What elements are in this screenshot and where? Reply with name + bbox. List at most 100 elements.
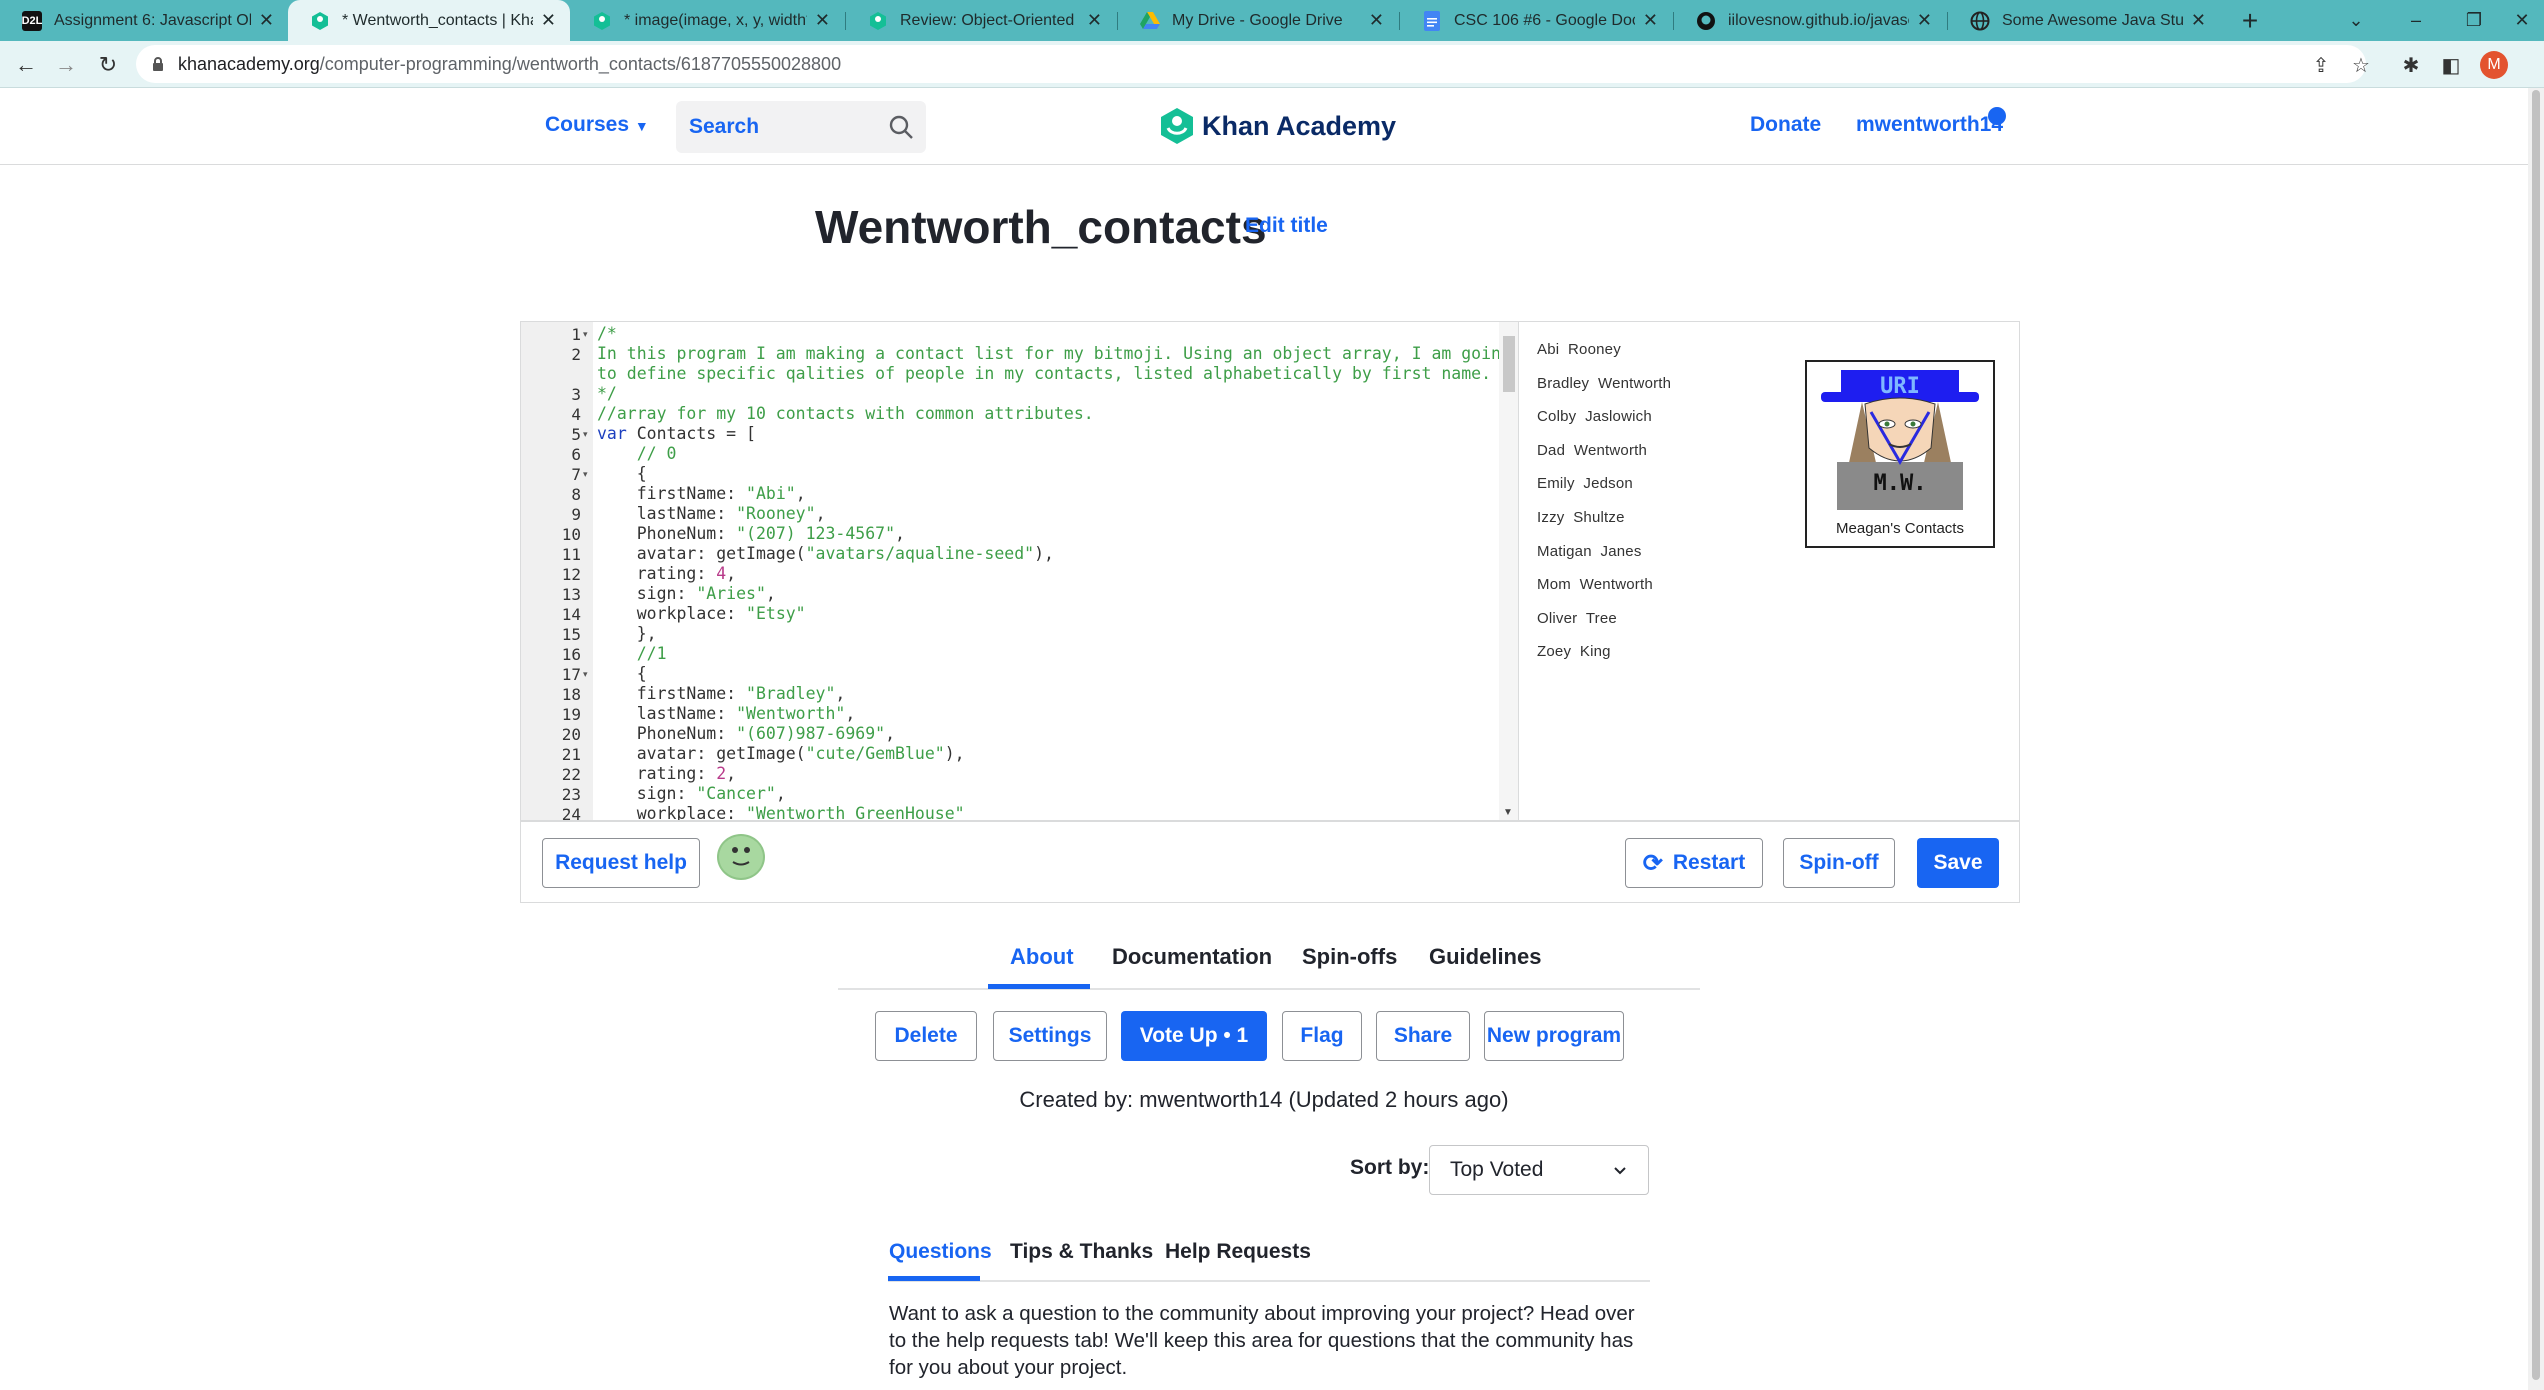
spin-off-button[interactable]: Spin-off xyxy=(1783,838,1895,888)
settings-button[interactable]: Settings xyxy=(993,1011,1107,1061)
restart-icon: ⟳ xyxy=(1642,849,1663,877)
notification-dot[interactable] xyxy=(1988,107,2006,125)
scroll-down-icon[interactable]: ▼ xyxy=(1503,807,1513,818)
tab-spin-offs[interactable]: Spin-offs xyxy=(1302,944,1397,970)
code-line: }, xyxy=(597,624,657,644)
code-token: // 0 xyxy=(636,444,677,463)
browser-tab[interactable]: * image(image, x, y, width*, h ✕ xyxy=(570,0,844,41)
code-line: avatar: getImage("avatars/aqualine-seed"… xyxy=(597,544,1054,564)
close-icon[interactable]: ✕ xyxy=(1917,10,1932,31)
restart-button[interactable]: ⟳ Restart xyxy=(1625,838,1763,888)
courses-menu[interactable]: Courses ▼ xyxy=(545,113,649,137)
search-input[interactable]: Search xyxy=(676,101,926,153)
editor-scrollbar[interactable]: ▼ xyxy=(1499,322,1518,820)
new-program-button[interactable]: New program xyxy=(1484,1011,1624,1061)
request-help-button[interactable]: Request help xyxy=(542,838,700,888)
code-line: sign: "Cancer", xyxy=(597,784,786,804)
tab-help-requests[interactable]: Help Requests xyxy=(1165,1240,1311,1264)
program-output-canvas[interactable]: Abi Rooney Bradley Wentworth Colby Jaslowi… xyxy=(1518,321,2020,821)
code-token: , xyxy=(775,784,786,803)
code-area[interactable]: /* In this program I am making a contact … xyxy=(597,322,1511,821)
created-by-text: Created by: mwentworth14 (Updated 2 hour… xyxy=(1019,1087,1509,1112)
oh-noes-guy-icon[interactable] xyxy=(717,834,765,880)
browser-tab[interactable]: CSC 106 #6 - Google Docs ✕ xyxy=(1400,0,1672,41)
code-token: sign: xyxy=(597,584,697,603)
side-panel-icon[interactable]: ◧ xyxy=(2436,50,2466,80)
edit-title-link[interactable]: Edit title xyxy=(1245,214,1328,238)
profile-avatar[interactable]: M xyxy=(2480,51,2508,79)
close-window-icon[interactable]: ✕ xyxy=(2500,0,2544,41)
code-token: //1 xyxy=(636,644,667,663)
line-number: 12 xyxy=(561,565,581,584)
browser-tab[interactable]: Review: Object-Oriented Desi ✕ xyxy=(846,0,1116,41)
close-icon[interactable]: ✕ xyxy=(2191,10,2206,31)
lock-icon xyxy=(153,57,163,71)
browser-tab-active[interactable]: * Wentworth_contacts | Khan ✕ xyxy=(288,0,570,41)
tab-about[interactable]: About xyxy=(1010,944,1074,970)
browser-tab[interactable]: D2L Assignment 6: Javascript Obje ✕ xyxy=(0,0,288,41)
tab-tips-thanks[interactable]: Tips & Thanks xyxy=(1010,1240,1153,1264)
user-menu[interactable]: mwentworth14 xyxy=(1856,113,2003,137)
close-icon[interactable]: ✕ xyxy=(1369,10,1384,31)
tab-guidelines[interactable]: Guidelines xyxy=(1429,944,1541,970)
flag-button[interactable]: Flag xyxy=(1282,1011,1362,1061)
fold-toggle-icon[interactable]: ▾ xyxy=(583,329,588,340)
khan-icon xyxy=(592,11,612,31)
line-number: 18 xyxy=(561,685,581,704)
line-number: 19 xyxy=(561,705,581,724)
code-token: { xyxy=(597,464,647,483)
line-number: 13 xyxy=(561,585,581,604)
close-icon[interactable]: ✕ xyxy=(259,10,274,31)
delete-button[interactable]: Delete xyxy=(875,1011,977,1061)
close-icon[interactable]: ✕ xyxy=(1643,10,1658,31)
sort-label: Sort by: xyxy=(1350,1156,1430,1179)
code-token: PhoneNum: xyxy=(597,524,737,543)
back-icon[interactable]: ← xyxy=(10,49,42,81)
extensions-icon[interactable]: ✱ xyxy=(2396,50,2426,80)
code-token: firstName: xyxy=(597,484,747,503)
new-tab-icon[interactable]: + xyxy=(2220,0,2280,41)
code-token: PhoneNum: xyxy=(597,724,737,743)
browser-tab[interactable]: iilovesnow.github.io/javascrip ✕ xyxy=(1674,0,1946,41)
code-token: workplace: xyxy=(597,604,747,623)
url-field[interactable]: khanacademy.org/computer-programming/wen… xyxy=(136,45,2366,83)
save-button[interactable]: Save xyxy=(1917,838,1999,888)
fold-toggle-icon[interactable]: ▾ xyxy=(583,669,588,680)
reload-icon[interactable]: ↻ xyxy=(92,49,124,81)
code-editor[interactable]: 1 ▾ 2 3 4 5 ▾ 6 7 ▾ 8 9 10 11 12 13 14 15 16 17 ▾ 18 19 20 21 22 2… xyxy=(520,321,1518,821)
tab-documentation[interactable]: Documentation xyxy=(1112,944,1272,970)
close-icon[interactable]: ✕ xyxy=(541,10,556,31)
code-token: "Aries" xyxy=(696,584,766,603)
code-token: , xyxy=(845,704,856,723)
line-number: 17 xyxy=(561,665,581,684)
site-header: Courses ▼ Search Khan Academy Donate mwe… xyxy=(0,89,2528,165)
code-token: , xyxy=(765,584,776,603)
tab-questions[interactable]: Questions xyxy=(889,1240,992,1264)
code-line: to define specific qalities of people in… xyxy=(597,364,1491,384)
browser-tab[interactable]: My Drive - Google Drive ✕ xyxy=(1118,0,1398,41)
close-icon[interactable]: ✕ xyxy=(1087,10,1102,31)
code-token: workplace: xyxy=(597,804,747,821)
star-icon[interactable]: ☆ xyxy=(2346,50,2376,80)
fold-toggle-icon[interactable]: ▾ xyxy=(583,469,588,480)
line-number: 23 xyxy=(561,785,581,804)
tab-search-icon[interactable]: ⌄ xyxy=(2326,0,2386,41)
donate-link[interactable]: Donate xyxy=(1750,113,1821,137)
forward-icon[interactable]: → xyxy=(50,49,82,81)
url-path: /computer-programming/wentworth_contacts… xyxy=(319,53,842,74)
browser-tab[interactable]: Some Awesome Java Stuff ✕ xyxy=(1948,0,2220,41)
code-token: "Etsy" xyxy=(746,604,806,623)
restore-icon[interactable]: ❐ xyxy=(2444,0,2504,41)
minimize-icon[interactable]: – xyxy=(2386,0,2446,41)
code-line: { xyxy=(597,664,647,684)
khan-academy-logo[interactable]: Khan Academy xyxy=(1160,107,1396,145)
share-icon[interactable]: ⇪ xyxy=(2306,50,2336,80)
fold-toggle-icon[interactable]: ▾ xyxy=(583,429,588,440)
share-button[interactable]: Share xyxy=(1376,1011,1470,1061)
sort-select[interactable]: Top Voted xyxy=(1429,1145,1649,1195)
close-icon[interactable]: ✕ xyxy=(815,10,830,31)
vote-up-button[interactable]: Vote Up • 1 xyxy=(1121,1011,1267,1061)
page-scrollbar[interactable] xyxy=(2528,88,2544,1390)
tab-title: iilovesnow.github.io/javascrip xyxy=(1728,11,1909,29)
restart-label: Restart xyxy=(1672,851,1746,874)
